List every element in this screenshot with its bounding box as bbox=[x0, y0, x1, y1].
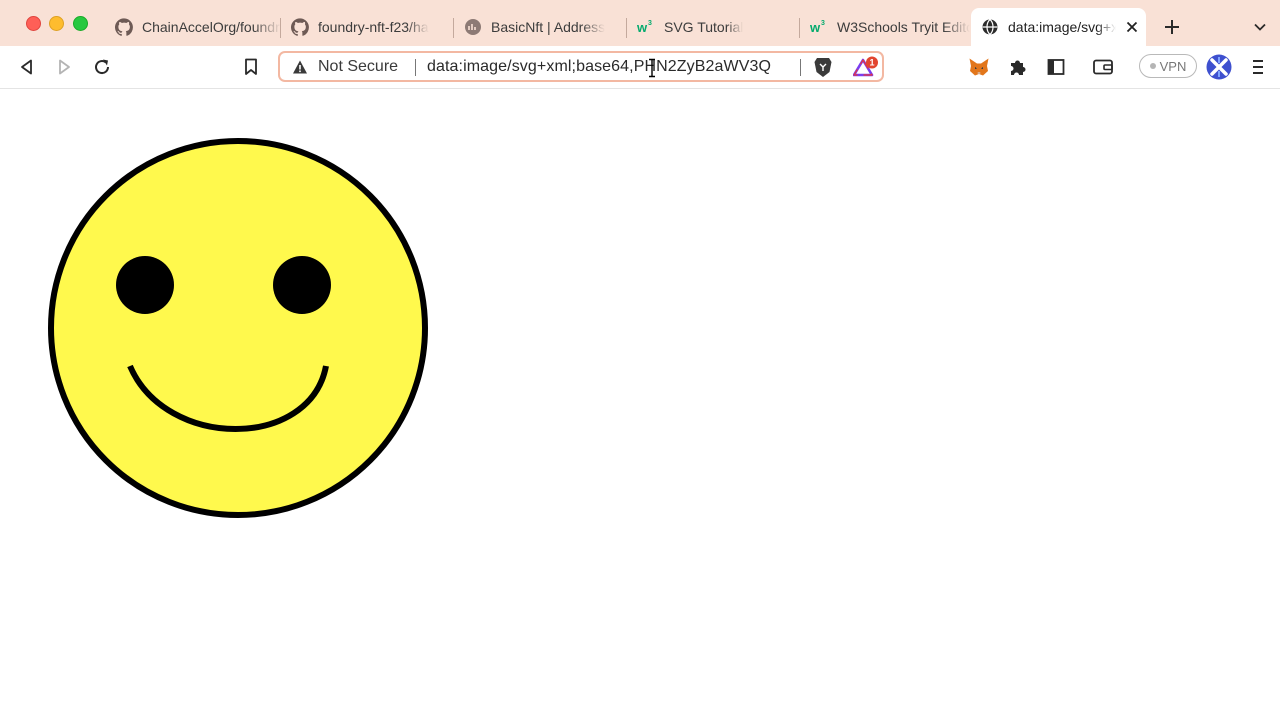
rewards-badge-count: 1 bbox=[869, 58, 874, 68]
page-content bbox=[0, 89, 1280, 720]
close-window-button[interactable] bbox=[26, 16, 41, 31]
github-icon bbox=[115, 18, 133, 36]
warning-icon bbox=[292, 59, 308, 75]
vpn-status-dot bbox=[1149, 63, 1156, 69]
svg-text:w: w bbox=[637, 20, 648, 35]
svg-text:3: 3 bbox=[821, 20, 825, 27]
svg-text:w: w bbox=[810, 20, 821, 35]
smiley-face-image bbox=[48, 138, 428, 518]
tab-strip: ChainAccelOrg/foundry foundry-nft-f23/ha… bbox=[0, 0, 1280, 46]
vpn-button[interactable]: VPN bbox=[1139, 54, 1197, 78]
right-eye bbox=[273, 256, 331, 314]
text-cursor-icon bbox=[647, 58, 657, 78]
face-circle bbox=[48, 138, 428, 518]
tab-label: W3Schools Tryit Editor bbox=[837, 19, 970, 35]
github-icon bbox=[291, 18, 309, 36]
security-status-label[interactable]: Not Secure bbox=[318, 58, 398, 76]
tab-label: foundry-nft-f23/ha bbox=[318, 19, 429, 35]
tab-w3schools-tryit[interactable]: w3 W3Schools Tryit Editor bbox=[800, 8, 970, 46]
vpn-label: VPN bbox=[1159, 58, 1187, 74]
tab-chainaccel[interactable]: ChainAccelOrg/foundry bbox=[105, 8, 281, 46]
left-eye bbox=[116, 256, 174, 314]
extensions-puzzle-icon[interactable] bbox=[1007, 56, 1029, 78]
tab-label: ChainAccelOrg/foundry bbox=[142, 19, 281, 35]
tab-label: SVG Tutorial bbox=[664, 19, 744, 35]
address-separator bbox=[415, 59, 416, 76]
wallet-icon[interactable] bbox=[1092, 56, 1114, 78]
tab-basicnft[interactable]: BasicNft | Address bbox=[454, 8, 627, 46]
url-text[interactable]: data:image/svg+xml;base64,PHN2ZyB2aWV3Q bbox=[427, 58, 795, 76]
metamask-fox-icon[interactable] bbox=[968, 56, 990, 78]
menu-hamburger-icon[interactable] bbox=[1247, 56, 1269, 78]
w3schools-icon: w3 bbox=[637, 18, 655, 36]
tab-svg-tutorial[interactable]: w3 SVG Tutorial bbox=[627, 8, 800, 46]
tab-foundry-nft[interactable]: foundry-nft-f23/ha bbox=[281, 8, 454, 46]
chevron-down-icon[interactable] bbox=[1252, 19, 1268, 35]
address-bar[interactable]: Not Secure data:image/svg+xml;base64,PHN… bbox=[278, 51, 884, 82]
back-button[interactable] bbox=[16, 56, 38, 78]
brave-rewards-icon[interactable]: 1 bbox=[852, 56, 879, 78]
brave-shields-icon[interactable] bbox=[813, 56, 833, 78]
globe-icon bbox=[981, 18, 999, 36]
text-caret bbox=[800, 59, 801, 76]
etherscan-icon bbox=[464, 18, 482, 36]
svg-text:3: 3 bbox=[648, 20, 652, 27]
tab-data-image-svg[interactable]: data:image/svg+xml bbox=[971, 8, 1146, 46]
toolbar: Not Secure data:image/svg+xml;base64,PHN… bbox=[0, 46, 1280, 89]
w3schools-icon: w3 bbox=[810, 18, 828, 36]
bookmark-icon[interactable] bbox=[240, 56, 262, 78]
profile-avatar-icon[interactable] bbox=[1206, 54, 1232, 80]
tab-label: data:image/svg+xml bbox=[1008, 19, 1116, 35]
new-tab-plus-icon[interactable] bbox=[1162, 17, 1182, 37]
zoom-window-button[interactable] bbox=[73, 16, 88, 31]
reload-button[interactable] bbox=[91, 56, 113, 78]
close-tab-icon[interactable] bbox=[1124, 19, 1140, 35]
sidebar-icon[interactable] bbox=[1045, 56, 1067, 78]
minimize-window-button[interactable] bbox=[49, 16, 64, 31]
forward-button[interactable] bbox=[53, 56, 75, 78]
tab-label: BasicNft | Address bbox=[491, 19, 606, 35]
